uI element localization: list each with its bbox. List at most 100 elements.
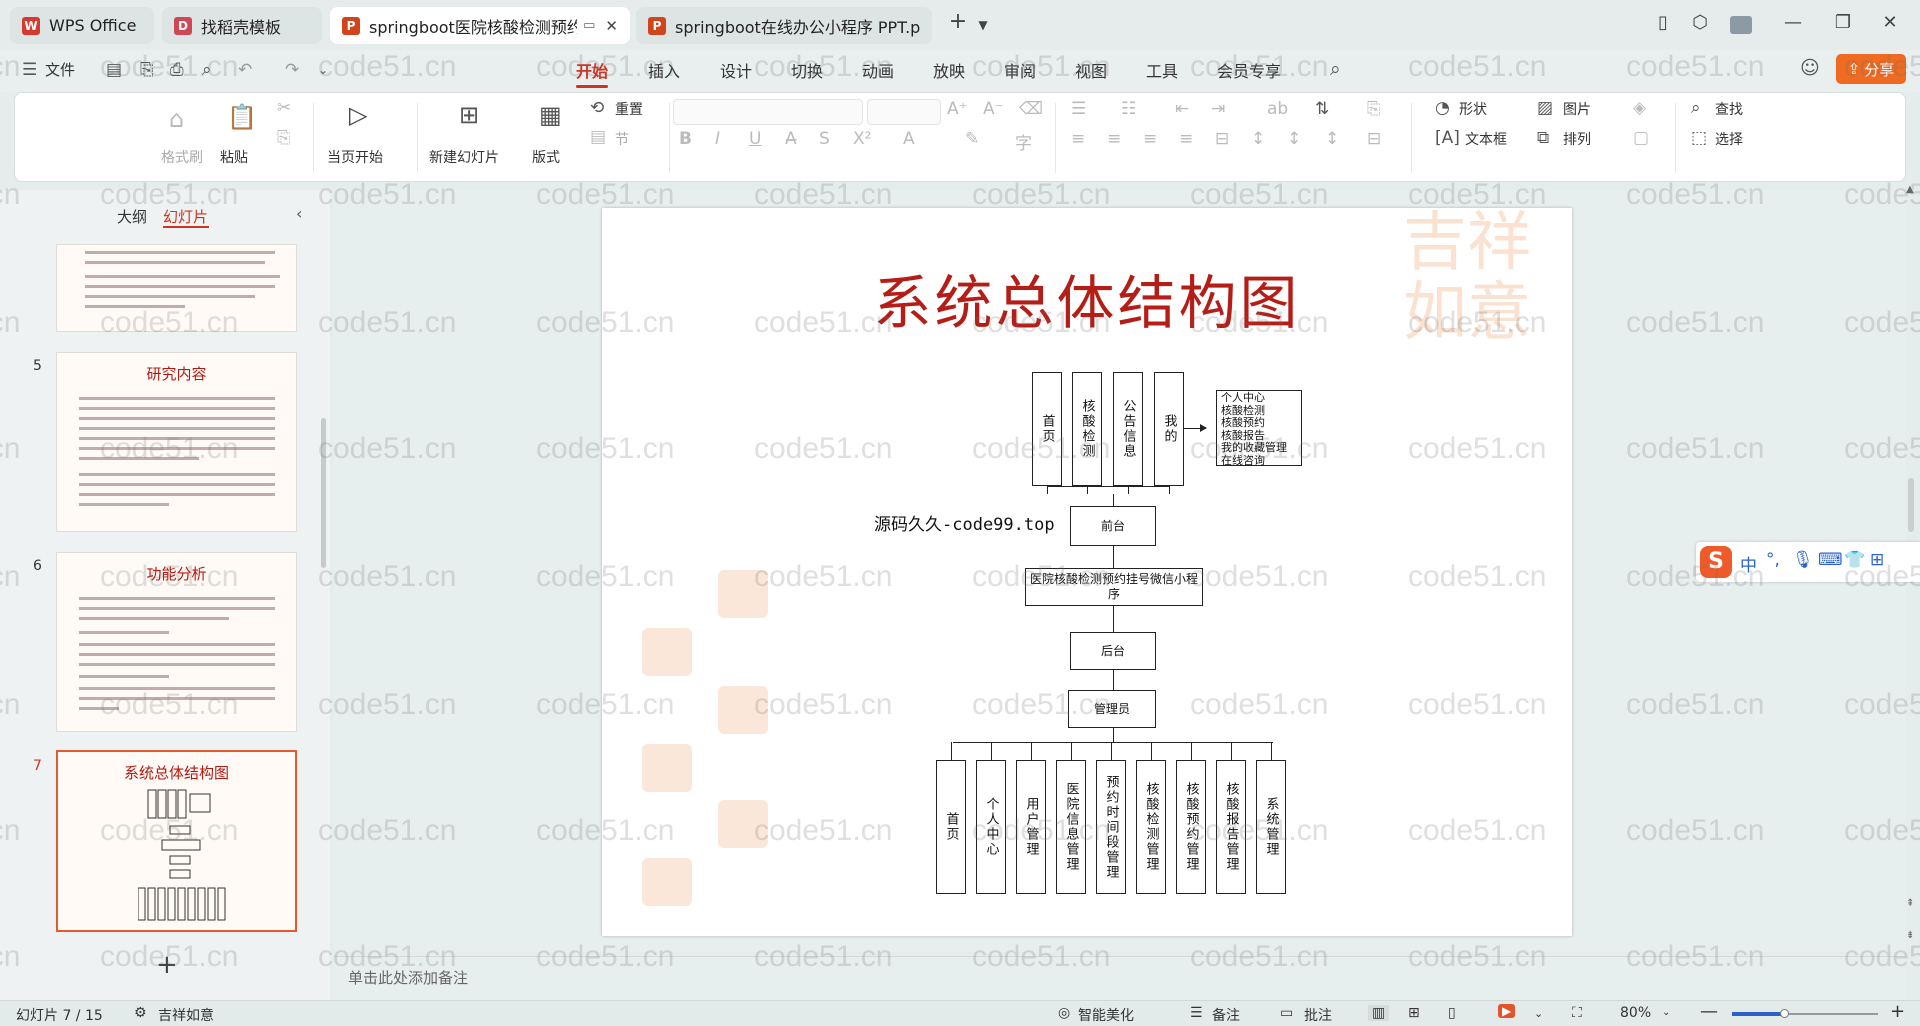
reading-view-icon[interactable]: ▯ — [1448, 1005, 1456, 1021]
align-right-icon[interactable]: ≡ — [1143, 129, 1157, 149]
cut-icon[interactable]: ✂ — [277, 98, 291, 118]
spacing-menu-icon[interactable]: ↕ — [1325, 129, 1339, 149]
highlight-icon[interactable]: ✎ — [965, 129, 979, 149]
close-window-icon[interactable]: ✕ — [1877, 12, 1903, 33]
close-icon[interactable]: ✕ — [605, 17, 618, 35]
zoom-options-icon[interactable]: ⌄ — [1662, 1007, 1670, 1018]
tab-current-ppt[interactable]: P springboot医院核酸检测预约 ▭ ✕ — [330, 7, 630, 44]
bold-icon[interactable]: B — [679, 129, 692, 149]
comments-button[interactable]: 批注 — [1304, 1005, 1332, 1025]
outline-icon[interactable]: ▢ — [1633, 128, 1649, 148]
justify-icon[interactable]: ≡ — [1179, 129, 1193, 149]
smart-beautify-button[interactable]: 智能美化 — [1078, 1005, 1134, 1025]
slide-thumbnail-5[interactable]: 研究内容 — [56, 352, 297, 532]
menu-view[interactable]: 视图 — [1075, 58, 1107, 82]
redo-icon[interactable]: ↷ — [285, 60, 299, 80]
slide-thumbnail-4[interactable] — [56, 244, 297, 332]
file-menu[interactable]: 文件 — [45, 59, 75, 80]
ime-toolbar[interactable]: S 中 °, 🎙 ⌨ 👕 ⊞ — [1696, 542, 1920, 582]
ime-keyboard-icon[interactable]: ⌨ — [1818, 550, 1843, 570]
line-spacing-icon[interactable]: ↕ — [1251, 129, 1265, 149]
new-slide-button[interactable]: 新建幻灯片 — [429, 147, 499, 167]
avatar[interactable] — [1730, 16, 1752, 34]
copy-icon[interactable]: ⎘ — [277, 128, 291, 148]
print-icon[interactable]: ⎙ — [170, 60, 184, 80]
section-button[interactable]: 节 — [615, 129, 629, 149]
zoom-out-icon[interactable]: — — [1700, 1001, 1718, 1022]
tab-other-ppt[interactable]: P springboot在线办公小程序 PPT.ppt — [636, 7, 932, 44]
minimize-icon[interactable]: — — [1780, 12, 1806, 33]
theme-name[interactable]: 吉祥如意 — [158, 1005, 214, 1025]
slide-thumbnail-6[interactable]: 功能分析 — [56, 552, 297, 732]
normal-view-icon[interactable]: ▥ — [1368, 1005, 1390, 1021]
align-center-icon[interactable]: ≡ — [1107, 129, 1121, 149]
reset-button[interactable]: 重置 — [615, 99, 643, 119]
menu-review[interactable]: 审阅 — [1004, 58, 1036, 82]
font-family-select[interactable] — [673, 99, 863, 125]
font-color-icon[interactable]: A — [903, 129, 915, 149]
save-icon[interactable]: ▤ — [106, 60, 122, 80]
play-slideshow-button[interactable]: ▶ — [1498, 1004, 1516, 1018]
export-icon[interactable]: ⎘ — [140, 60, 154, 80]
menu-tools[interactable]: 工具 — [1146, 58, 1178, 82]
panel-scrollbar[interactable] — [321, 418, 326, 568]
current-slide[interactable]: 吉祥 如意 系统总体结构图 首页 核酸检测 公告信息 我的 个人中心 核酸检测 核… — [602, 208, 1572, 936]
convert-icon[interactable]: ⎘ — [1367, 99, 1381, 119]
tab-wps-office[interactable]: W WPS Office — [10, 7, 154, 44]
screen-icon[interactable]: ▭ — [583, 18, 595, 33]
menu-vip[interactable]: 会员专享 — [1217, 58, 1281, 82]
scroll-up-icon[interactable]: ▲ — [1906, 184, 1914, 195]
tab-docer[interactable]: D 找稻壳模板 — [162, 7, 322, 44]
slide-sorter-icon[interactable]: ⊞ — [1408, 1005, 1420, 1021]
cube-icon[interactable]: ⬡ — [1687, 12, 1713, 33]
indent-icon[interactable]: ⇥ — [1211, 99, 1225, 119]
textbox-button[interactable]: 文本框 — [1465, 129, 1507, 149]
paragraph-spacing-icon[interactable]: ↕ — [1287, 129, 1301, 149]
shadow-icon[interactable]: S — [819, 129, 830, 149]
strikethrough-icon[interactable]: A̶ — [785, 129, 797, 149]
ime-punct-icon[interactable]: °, — [1766, 550, 1780, 570]
scroll-prev-icon[interactable]: ⇞ — [1906, 898, 1914, 909]
decrease-font-icon[interactable]: A⁻ — [983, 99, 1004, 119]
hamburger-icon[interactable]: ☰ — [22, 60, 37, 80]
outdent-icon[interactable]: ⇤ — [1175, 99, 1189, 119]
underline-icon[interactable]: U — [749, 129, 761, 149]
numbered-list-icon[interactable]: ☷ — [1121, 99, 1136, 119]
align-left-icon[interactable]: ≡ — [1071, 129, 1085, 149]
more-chevron-icon[interactable]: ⌄ — [318, 63, 328, 77]
canvas-scrollbar[interactable] — [1908, 478, 1914, 532]
ime-chinese-icon[interactable]: 中 — [1740, 551, 1757, 576]
zoom-in-icon[interactable]: + — [1890, 1001, 1905, 1022]
clear-format-icon[interactable]: ⌫ — [1019, 99, 1043, 119]
print-preview-icon[interactable]: ⌕ — [202, 60, 212, 80]
sort-icon[interactable]: ⇅ — [1315, 99, 1329, 119]
superscript-icon[interactable]: X² — [853, 129, 871, 149]
tab-slides[interactable]: 幻灯片 — [163, 206, 208, 227]
format-painter-button[interactable]: 格式刷 — [161, 147, 203, 167]
ime-grid-icon[interactable]: ⊞ — [1870, 550, 1884, 570]
increase-font-icon[interactable]: A⁺ — [947, 99, 968, 119]
text-direction-icon[interactable]: ab — [1267, 99, 1288, 119]
menu-slideshow[interactable]: 放映 — [933, 58, 965, 82]
slide-title[interactable]: 系统总体结构图 — [602, 256, 1572, 340]
search-icon[interactable]: ⌕ — [1330, 58, 1341, 80]
phonetic-icon[interactable]: 字 — [1015, 129, 1032, 154]
menu-insert[interactable]: 插入 — [648, 58, 680, 82]
add-slide-button[interactable]: + — [156, 950, 178, 980]
menu-design[interactable]: 设计 — [720, 58, 752, 82]
notes-pane[interactable]: 单击此处添加备注 — [334, 956, 1906, 1000]
text-align-icon[interactable]: ⊟ — [1367, 129, 1381, 149]
tab-outline[interactable]: 大纲 — [117, 206, 147, 227]
fit-window-icon[interactable]: ⛶ — [1572, 1005, 1582, 1021]
chevron-down-icon[interactable]: ▼ — [970, 18, 996, 32]
paste-button[interactable]: 粘贴 — [220, 147, 248, 167]
shape-button[interactable]: 形状 — [1459, 99, 1487, 119]
zoom-slider-handle[interactable] — [1780, 1009, 1789, 1018]
layout-button[interactable]: 版式 — [532, 147, 560, 167]
layout-icon[interactable]: ▯ — [1650, 12, 1676, 33]
picture-button[interactable]: 图片 — [1563, 99, 1591, 119]
ime-mic-icon[interactable]: 🎙 — [1792, 550, 1814, 570]
menu-home[interactable]: 开始 — [576, 58, 609, 88]
bullet-list-icon[interactable]: ☰ — [1071, 99, 1086, 119]
start-from-current-button[interactable]: 当页开始 — [327, 147, 383, 167]
